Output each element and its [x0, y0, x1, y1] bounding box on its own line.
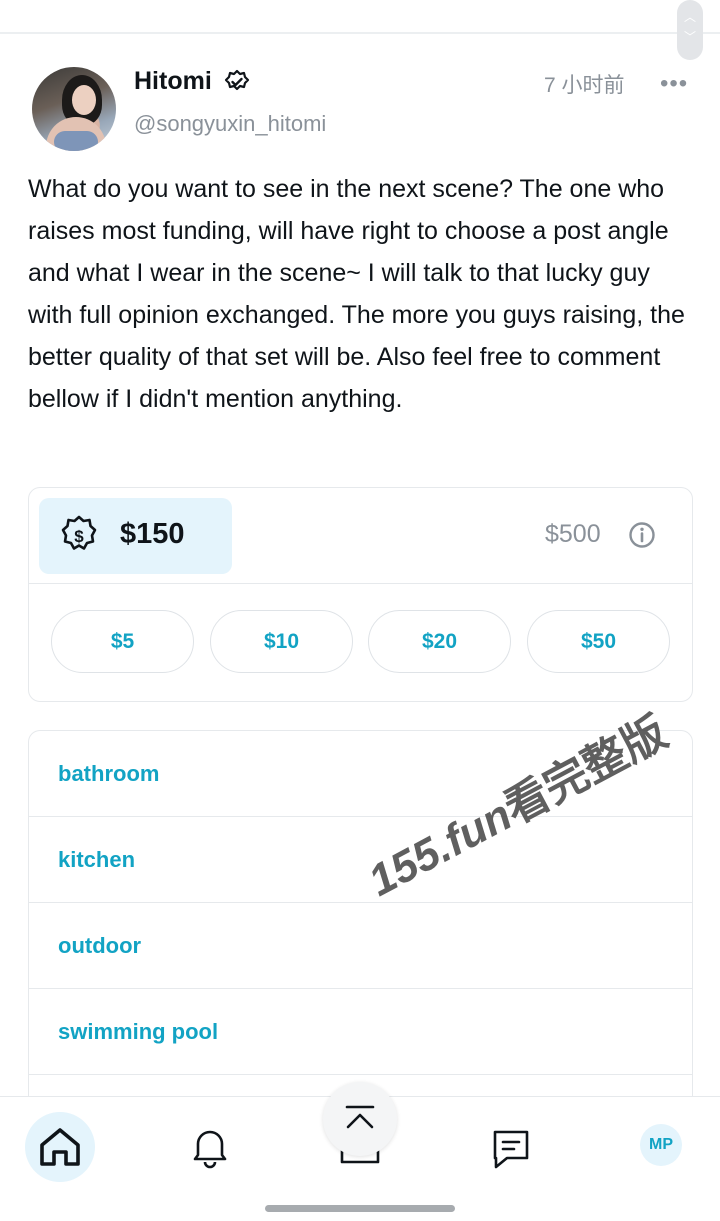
- dollar-badge-icon: $: [61, 515, 97, 550]
- profile-avatar[interactable]: MP: [640, 1124, 682, 1166]
- amount-button-5[interactable]: $5: [51, 610, 194, 673]
- post-timestamp: 7 小时前: [544, 74, 625, 97]
- messages-icon[interactable]: [487, 1124, 535, 1172]
- poll-option-label: bathroom: [58, 761, 160, 786]
- post-body: What do you want to see in the next scen…: [28, 175, 685, 413]
- poll-option-swimming-pool[interactable]: swimming pool: [29, 989, 692, 1075]
- author-name[interactable]: Hitomi: [134, 67, 212, 96]
- home-indicator: [265, 1205, 455, 1212]
- verified-badge-icon: [224, 69, 250, 91]
- card-divider: [29, 583, 692, 584]
- amount-button-20[interactable]: $20: [368, 610, 511, 673]
- poll-option-label: outdoor: [58, 933, 142, 958]
- scroll-to-top-button[interactable]: [323, 1082, 397, 1156]
- home-icon[interactable]: [36, 1123, 84, 1171]
- svg-text:$: $: [74, 527, 84, 546]
- chevron-up-icon: ︿: [683, 10, 696, 24]
- poll-option-outdoor[interactable]: outdoor: [29, 903, 692, 989]
- author-handle[interactable]: @songyuxin_hitomi: [134, 111, 326, 137]
- poll-option-label: swimming pool: [58, 1019, 219, 1044]
- chevron-down-icon: ﹀: [683, 30, 696, 44]
- bell-icon[interactable]: [186, 1122, 234, 1170]
- more-options-icon[interactable]: •••: [660, 70, 688, 98]
- goal-amount: $500: [545, 520, 601, 548]
- raised-amount: $150: [120, 518, 185, 550]
- info-icon[interactable]: [628, 521, 656, 549]
- poll-option-label: kitchen: [58, 847, 136, 872]
- amount-button-50[interactable]: $50: [527, 610, 670, 673]
- author-avatar[interactable]: [32, 67, 116, 151]
- scrollbar-handle[interactable]: ︿ ﹀: [677, 0, 703, 60]
- top-strip: [0, 0, 720, 34]
- arrow-up-to-top-icon: [345, 1105, 375, 1129]
- amount-button-10[interactable]: $10: [210, 610, 353, 673]
